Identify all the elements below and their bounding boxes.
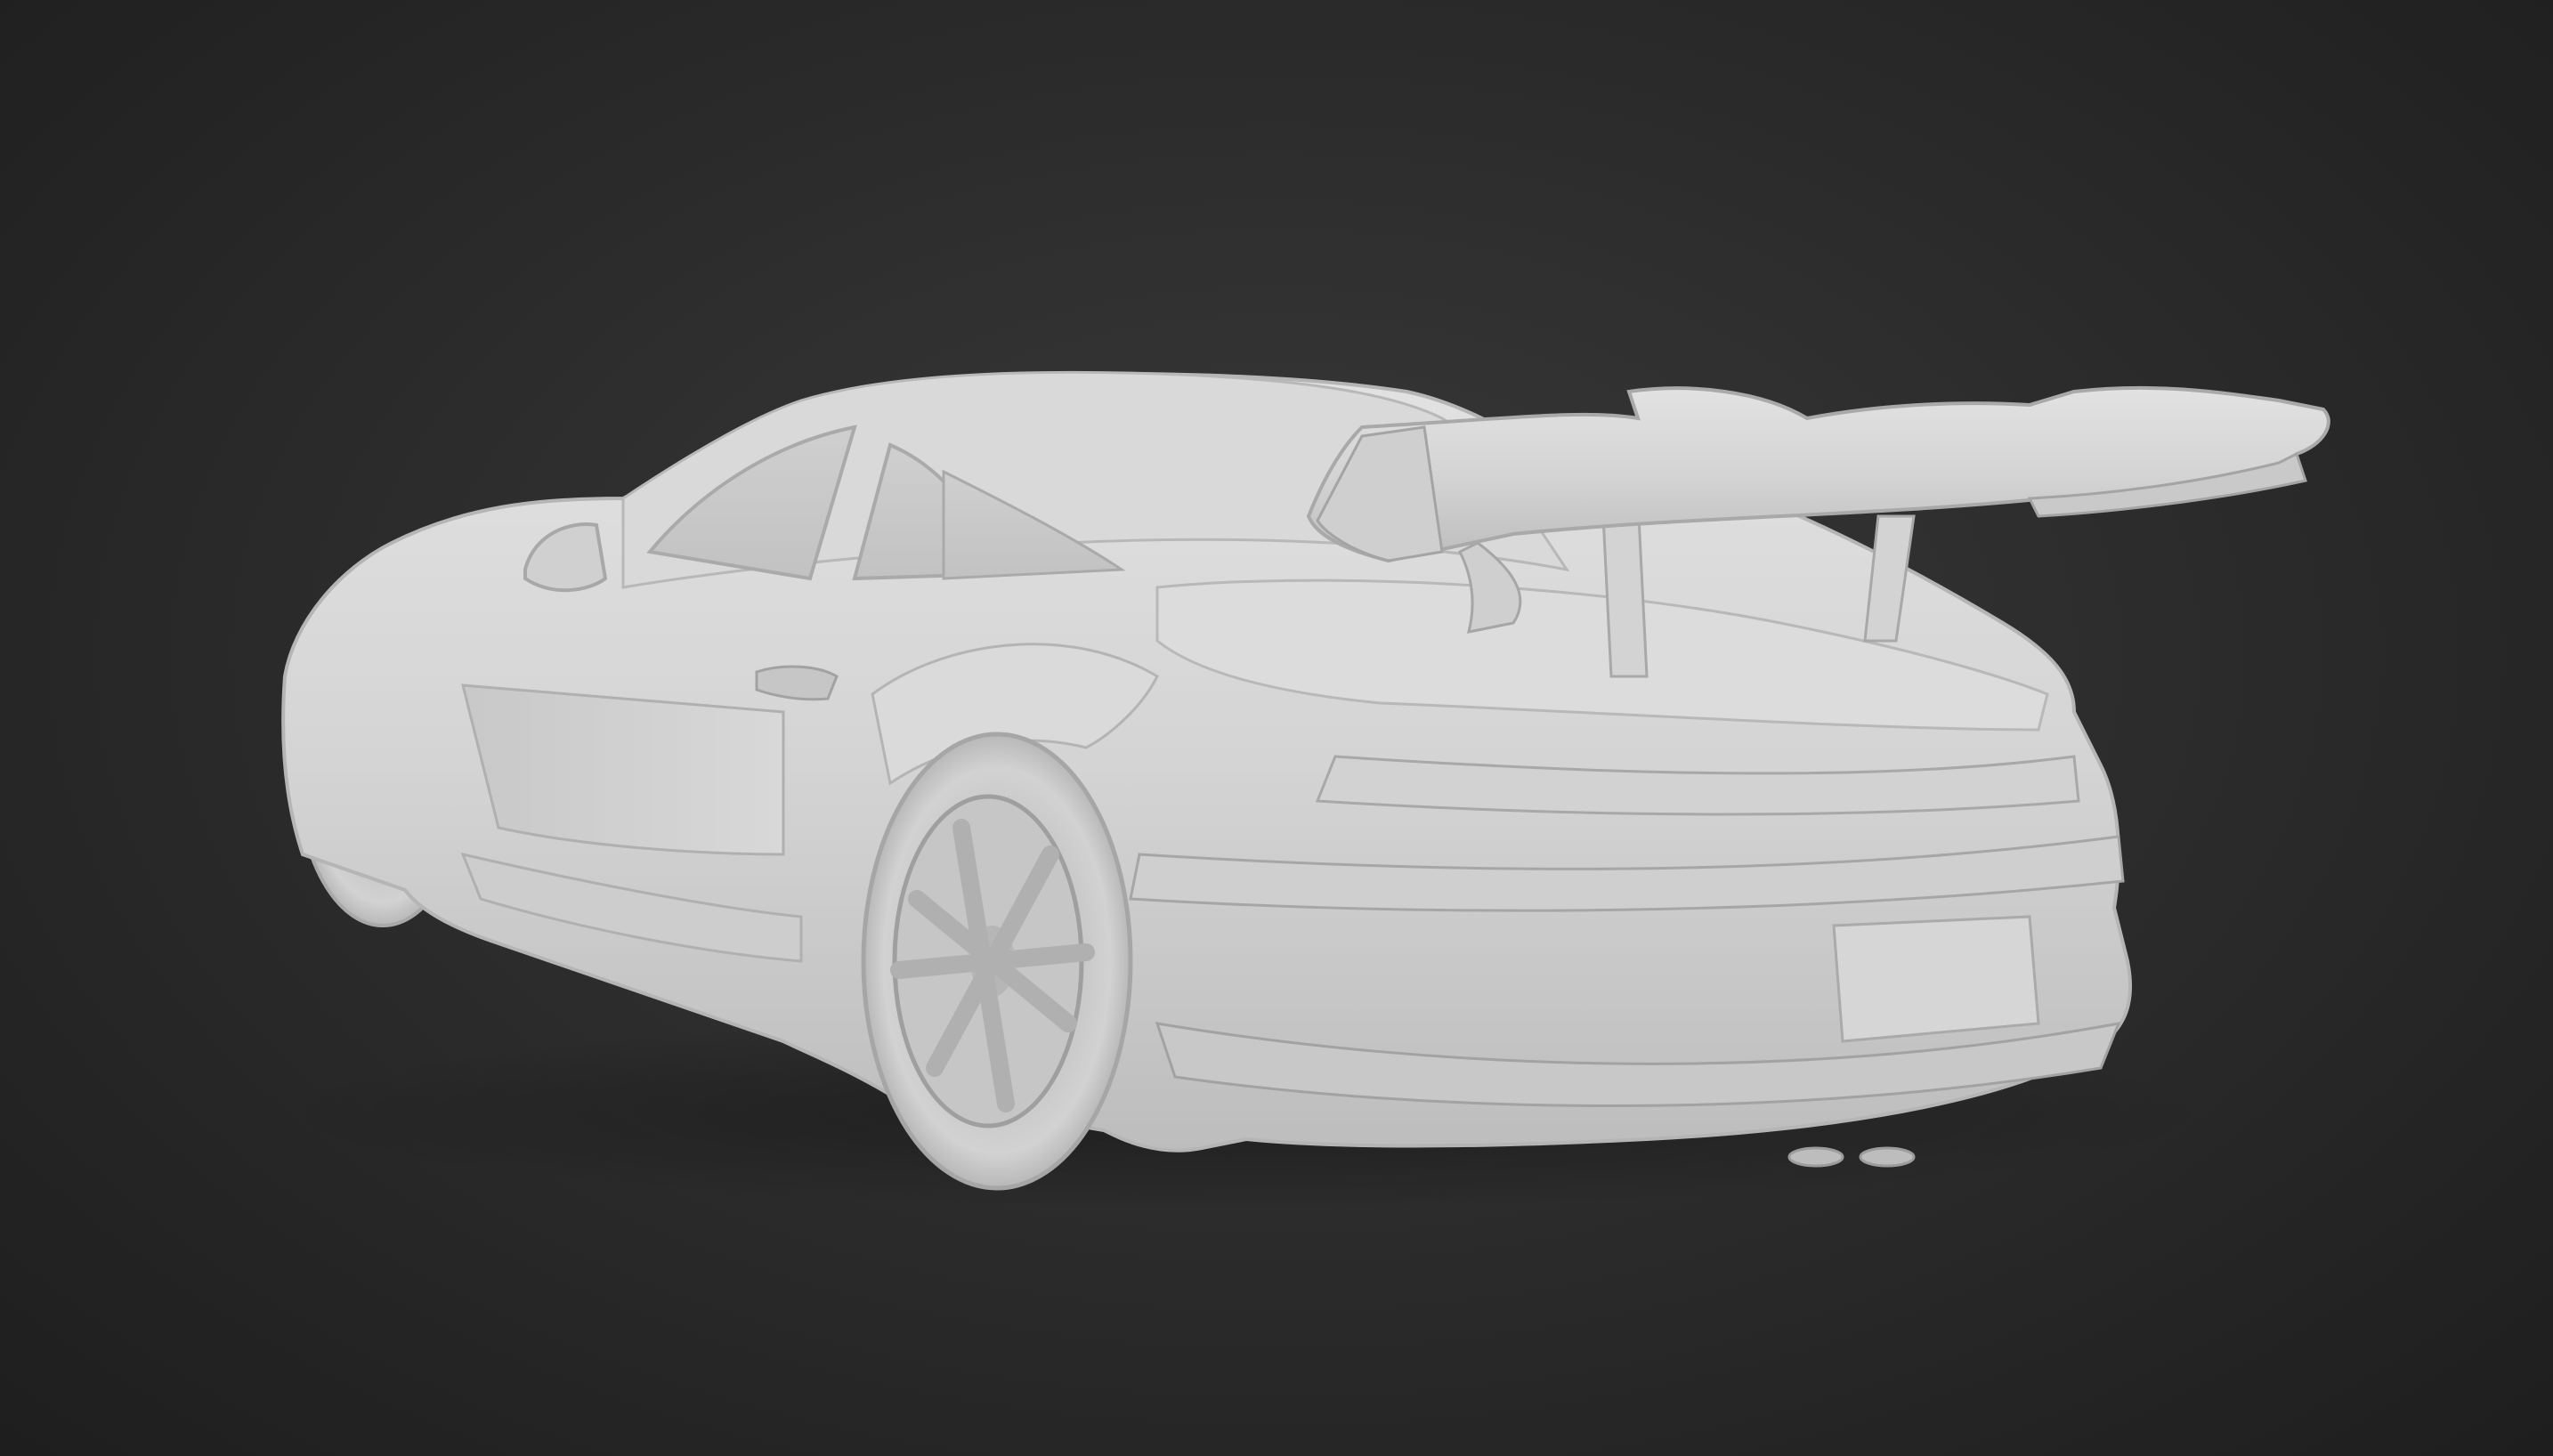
exhaust-tip-left bbox=[1787, 1146, 1844, 1168]
car-model[interactable] bbox=[0, 0, 2553, 1456]
license-plate-area bbox=[1832, 915, 2040, 1043]
rear-wheel bbox=[861, 732, 1133, 1191]
exhaust-tip-right bbox=[1859, 1146, 1916, 1168]
door-panel bbox=[461, 684, 785, 856]
3d-viewport[interactable] bbox=[0, 0, 2553, 1456]
door-handle bbox=[755, 665, 839, 701]
